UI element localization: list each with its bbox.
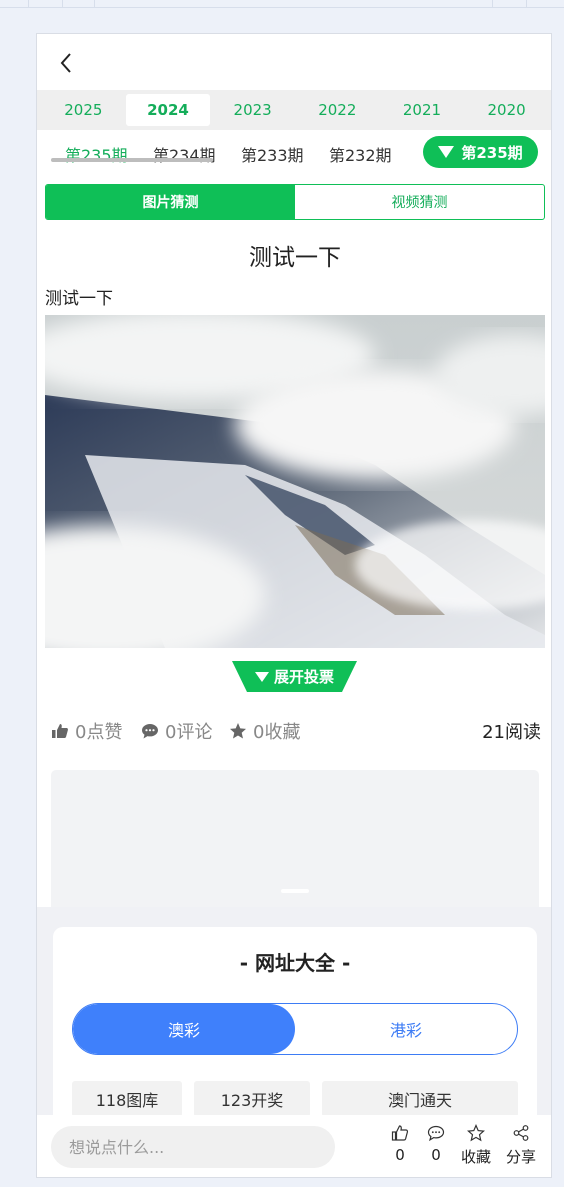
site-directory-title: - 网址大全 - xyxy=(239,951,351,975)
tab-video-guess[interactable]: 视频猜测 xyxy=(295,185,544,219)
bottom-action-bar: 0 0 收藏 分享 xyxy=(37,1115,551,1177)
post-title: 测试一下 xyxy=(249,245,341,271)
year-tab-2020[interactable]: 2020 xyxy=(465,94,549,126)
thumbs-up-icon xyxy=(391,1125,409,1141)
year-tab-2023[interactable]: 2023 xyxy=(211,94,295,126)
year-tabs: 2025 2024 2023 2022 2021 2020 xyxy=(37,90,551,130)
star-icon xyxy=(230,723,246,739)
favorite-count-label: 0收藏 xyxy=(253,722,301,743)
share-button[interactable]: 分享 xyxy=(506,1124,536,1167)
issue-tab-233[interactable]: 第233期 xyxy=(241,142,304,166)
issue-tab-232[interactable]: 第232期 xyxy=(329,142,392,166)
region-hongkong-tab[interactable]: 港彩 xyxy=(295,1004,517,1054)
comment-count-label: 0评论 xyxy=(165,722,213,743)
post-image xyxy=(45,315,545,648)
phone-screen: 2025 2024 2023 2022 2021 2020 第235期 第234… xyxy=(36,33,552,1178)
thumbs-up-icon xyxy=(52,724,68,738)
like-stat[interactable]: 0点赞 xyxy=(51,718,122,744)
comment-button[interactable]: 0 xyxy=(427,1124,445,1164)
issue-scrollbar[interactable] xyxy=(51,158,213,162)
comment-input[interactable] xyxy=(51,1126,335,1168)
issue-selector-label: 第235期 xyxy=(461,143,523,162)
read-count: 21阅读 xyxy=(482,722,541,743)
share-icon xyxy=(513,1125,529,1141)
year-tab-2025[interactable]: 2025 xyxy=(41,94,125,126)
post-stats: 0点赞 0评论 0收藏 21阅读 xyxy=(51,718,541,746)
chat-bubble-icon xyxy=(427,1125,445,1142)
favorite-stat[interactable]: 0收藏 xyxy=(229,718,300,744)
comment-panel xyxy=(51,770,539,915)
site-link-123[interactable]: 123开奖 xyxy=(194,1081,310,1117)
site-link-118[interactable]: 118图库 xyxy=(72,1081,182,1117)
share-label: 分享 xyxy=(506,1148,537,1166)
chat-bubble-icon xyxy=(142,724,158,739)
region-macau-tab[interactable]: 澳彩 xyxy=(73,1004,295,1054)
tab-image-guess[interactable]: 图片猜测 xyxy=(46,185,295,219)
star-icon xyxy=(467,1124,485,1142)
site-link-macau[interactable]: 澳门通天 xyxy=(322,1081,518,1117)
issue-tab-234[interactable]: 第234期 xyxy=(153,142,216,166)
chevron-left-icon xyxy=(60,53,71,73)
like-count-label: 0点赞 xyxy=(75,722,123,743)
issue-tab-235[interactable]: 第235期 xyxy=(65,142,128,166)
expand-vote-button[interactable]: 展开投票 xyxy=(232,661,357,692)
triangle-down-icon xyxy=(254,671,269,682)
like-count: 0 xyxy=(395,1146,405,1164)
year-tab-2022[interactable]: 2022 xyxy=(295,94,379,126)
year-tab-2021[interactable]: 2021 xyxy=(380,94,464,126)
expand-vote-label: 展开投票 xyxy=(273,668,334,686)
post-subtitle: 测试一下 xyxy=(45,289,113,309)
comment-count: 0 xyxy=(431,1146,441,1164)
back-button[interactable] xyxy=(55,48,79,78)
like-button[interactable]: 0 xyxy=(391,1124,409,1164)
comment-stat[interactable]: 0评论 xyxy=(141,718,212,744)
favorite-button[interactable]: 收藏 xyxy=(461,1124,491,1167)
panel-drag-handle[interactable] xyxy=(281,889,309,893)
mode-tabs: 图片猜测 视频猜测 xyxy=(45,184,545,220)
favorite-label: 收藏 xyxy=(461,1148,492,1166)
region-toggle: 澳彩 港彩 xyxy=(72,1003,518,1055)
top-strip xyxy=(0,0,564,8)
issue-selector-button[interactable]: 第235期 xyxy=(423,136,538,168)
triangle-down-icon xyxy=(438,146,455,158)
year-tab-2024[interactable]: 2024 xyxy=(125,94,210,126)
